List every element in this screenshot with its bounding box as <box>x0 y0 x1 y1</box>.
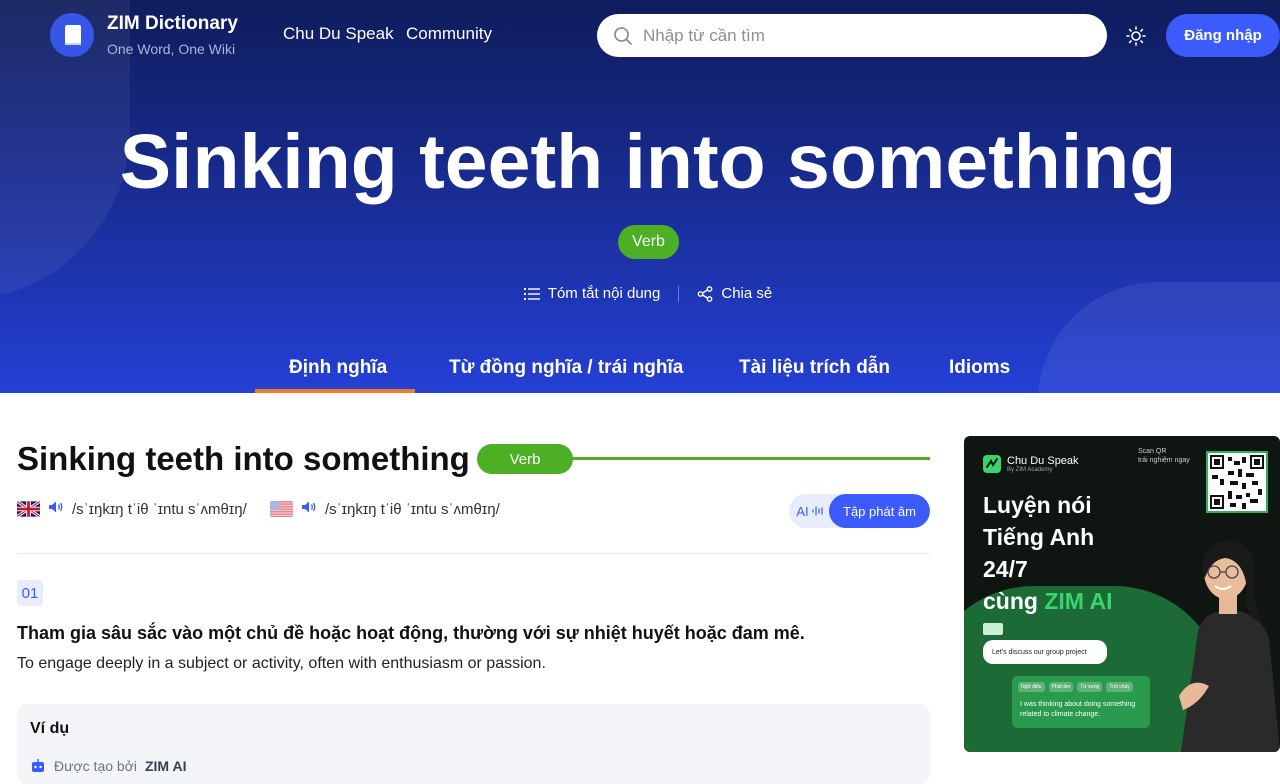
ad-headline-line1: Luyện nói <box>983 492 1092 518</box>
ad-chip: Phát âm <box>1048 682 1074 692</box>
list-icon <box>523 287 540 300</box>
logo-subtitle: One Word, One Wiki <box>107 41 236 57</box>
ad-scan-line2: trải nghiệm ngay <box>1138 457 1190 464</box>
ad-chip: Trôi chảy <box>1106 682 1133 692</box>
robot-icon <box>32 759 44 772</box>
ai-generated-note: Được tạo bởi ZIM AI <box>30 758 186 774</box>
pronunciation-uk: /sˈɪŋkɪŋ tˈiθ ˈɪntu sˈʌmθɪŋ/ <box>17 500 247 518</box>
ipa-us: /sˈɪŋkɪŋ tˈiθ ˈɪntu sˈʌmθɪŋ/ <box>325 500 500 518</box>
ad-skill-chips: Ngữ điệu Phát âm Từ vựng Trôi chảy <box>1018 682 1133 692</box>
ad-headline-line4: cùng <box>983 588 1045 614</box>
ad-scan-text: Scan QR trải nghiệm ngay <box>1138 447 1190 465</box>
us-flag-icon <box>270 501 293 517</box>
definition-number: 01 <box>17 580 43 606</box>
ad-headline: Luyện nói Tiếng Anh 24/7 cùng ZIM AI <box>983 489 1112 617</box>
active-tab-indicator <box>255 389 415 393</box>
pronunciation-practice[interactable]: AI Tập phát âm <box>789 494 930 528</box>
chu-du-speak-logo-icon <box>983 455 1001 473</box>
chu-du-speak-ad[interactable]: Chu Du Speak By ZIM Academy Scan QR trải… <box>964 436 1280 752</box>
summary-button[interactable]: Tóm tắt nội dung <box>506 285 679 302</box>
hero-title: Sinking teeth into something <box>119 119 1177 205</box>
ad-brand: Chu Du Speak By ZIM Academy <box>983 455 1079 473</box>
login-button[interactable]: Đăng nhập <box>1166 14 1280 57</box>
search-icon <box>614 26 632 45</box>
speaker-icon[interactable] <box>48 500 64 518</box>
ai-voice-toggle[interactable]: AI <box>789 494 831 528</box>
ad-chat-bubble: Let's discuss our group project <box>983 640 1107 664</box>
speaker-icon[interactable] <box>301 500 317 518</box>
entry-part-of-speech-badge: Verb <box>477 444 573 474</box>
tab-definition[interactable]: Định nghĩa <box>289 357 387 379</box>
search-box[interactable] <box>597 14 1107 57</box>
section-tabs: Định nghĩa Từ đồng nghĩa / trái nghĩa Tà… <box>0 350 1280 393</box>
example-title: Ví dụ <box>30 720 70 737</box>
nav-link-chu-du-speak[interactable]: Chu Du Speak <box>283 24 394 44</box>
tab-idioms[interactable]: Idioms <box>949 357 1010 379</box>
summary-label: Tóm tắt nội dung <box>547 285 661 302</box>
title-divider-line <box>570 457 930 460</box>
entry-title: Sinking teeth into something <box>17 440 470 477</box>
ad-brand-name: Chu Du Speak <box>1007 455 1079 467</box>
top-navigation-bar: ZIM Dictionary One Word, One Wiki Chu Du… <box>0 0 1280 72</box>
tab-references[interactable]: Tài liệu trích dẫn <box>739 357 890 379</box>
ad-person-illustration <box>1179 540 1280 752</box>
ad-headline-highlight: ZIM AI <box>1044 588 1113 614</box>
chat-ui-icon <box>983 623 1003 635</box>
soundwave-icon <box>812 506 823 516</box>
tab-synonyms-antonyms[interactable]: Từ đồng nghĩa / trái nghĩa <box>449 357 683 379</box>
section-divider <box>17 553 930 554</box>
share-icon <box>697 285 713 302</box>
ad-headline-line3: 24/7 <box>983 556 1028 582</box>
ad-headline-line2: Tiếng Anh <box>983 524 1095 550</box>
book-icon[interactable] <box>50 13 94 57</box>
share-label: Chia sẻ <box>721 285 773 302</box>
nav-link-community[interactable]: Community <box>406 24 492 44</box>
logo-title[interactable]: ZIM Dictionary <box>107 13 238 35</box>
pronunciation-us: /sˈɪŋkɪŋ tˈiθ ˈɪntu sˈʌmθɪŋ/ <box>270 500 500 518</box>
share-button[interactable]: Chia sẻ <box>679 285 790 302</box>
ad-chip: Ngữ điệu <box>1018 682 1045 692</box>
search-input[interactable] <box>643 25 1063 46</box>
ad-brand-sub: By ZIM Academy <box>1007 467 1053 473</box>
practice-pronunciation-button[interactable]: Tập phát âm <box>829 494 930 528</box>
definition-english: To engage deeply in a subject or activit… <box>17 655 546 672</box>
ad-scan-line1: Scan QR <box>1138 448 1167 455</box>
hero-actions: Tóm tắt nội dung Chia sẻ <box>0 285 1280 302</box>
part-of-speech-badge: Verb <box>618 225 679 259</box>
qr-code[interactable] <box>1206 451 1268 513</box>
definition-vietnamese: Tham gia sâu sắc vào một chủ đề hoặc hoạ… <box>17 623 805 643</box>
example-box: Ví dụ Được tạo bởi ZIM AI <box>17 704 930 784</box>
uk-flag-icon <box>17 501 40 517</box>
ai-label: AI <box>796 503 809 519</box>
ipa-uk: /sˈɪŋkɪŋ tˈiθ ˈɪntu sˈʌmθɪŋ/ <box>72 500 247 518</box>
ai-note-brand: ZIM AI <box>144 758 187 774</box>
sun-icon[interactable] <box>1124 24 1148 48</box>
hero-banner: ZIM Dictionary One Word, One Wiki Chu Du… <box>0 0 1280 393</box>
ai-note-prefix: Được tạo bởi <box>54 758 137 774</box>
ad-chip: Từ vựng <box>1077 682 1103 692</box>
